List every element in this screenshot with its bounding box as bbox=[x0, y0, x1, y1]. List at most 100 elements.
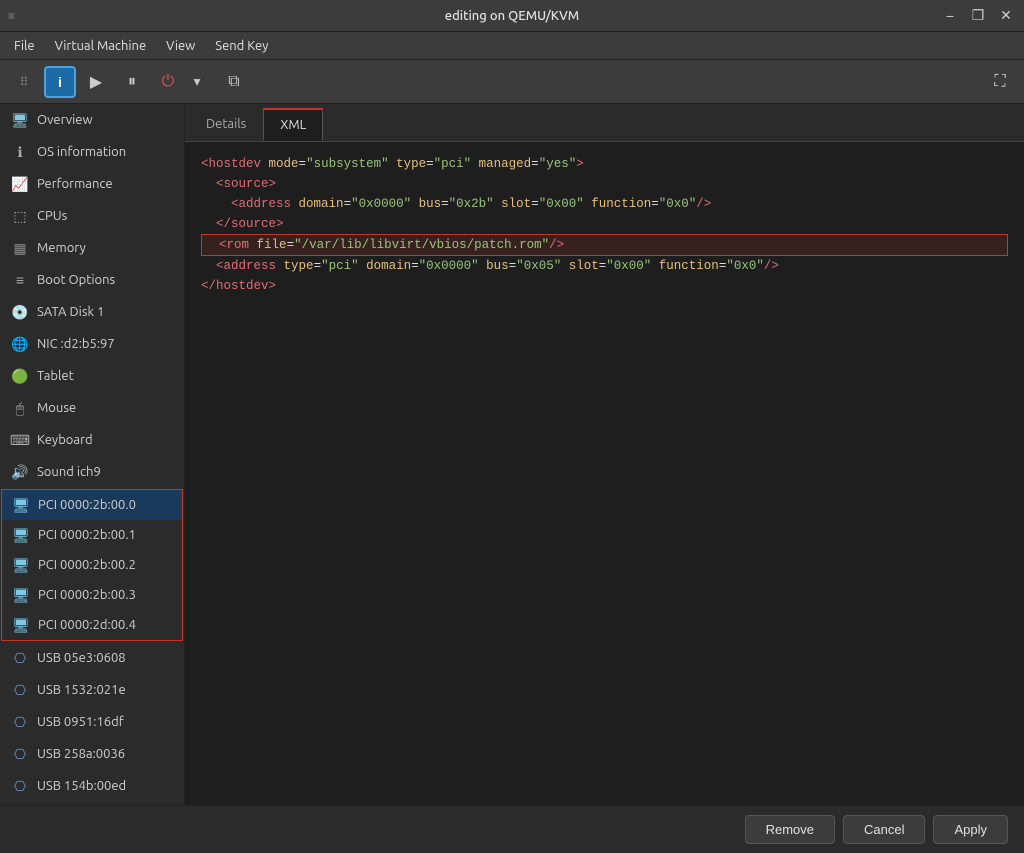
sidebar-item-nic[interactable]: 🌐 NIC :d2:b5:97 bbox=[0, 328, 184, 360]
sidebar-item-tablet[interactable]: 🟢 Tablet bbox=[0, 360, 184, 392]
sidebar-item-pci-0[interactable]: 🖥 PCI 0000:2b:00.0 bbox=[2, 490, 182, 520]
cpu-icon: ⬚ bbox=[11, 207, 29, 225]
pause-button[interactable]: ⏸ bbox=[116, 66, 148, 98]
sidebar-item-cpu[interactable]: ⬚ CPUs bbox=[0, 200, 184, 232]
xml-line-3: <address domain="0x0000" bus="0x2b" slot… bbox=[201, 194, 1008, 214]
pci-icon-4: 🖥 bbox=[12, 616, 30, 634]
toolbar-buttons: ⠿ i ▶ ⏸ ⏻ ▾ ⧉ bbox=[8, 66, 250, 98]
pci-icon-0: 🖥 bbox=[12, 496, 30, 514]
restore-button[interactable]: ❐ bbox=[968, 6, 988, 26]
minimize-button[interactable]: − bbox=[940, 6, 960, 26]
sidebar-label-overview: Overview bbox=[37, 113, 93, 127]
sidebar-label-tablet: Tablet bbox=[37, 369, 74, 383]
sidebar-label-pci-3: PCI 0000:2b:00.3 bbox=[38, 588, 136, 602]
pci-icon-3: 🖥 bbox=[12, 586, 30, 604]
content-area: Details XML <hostdev mode="subsystem" ty… bbox=[185, 104, 1024, 805]
xml-editor[interactable]: <hostdev mode="subsystem" type="pci" man… bbox=[185, 142, 1024, 805]
sidebar-item-mouse[interactable]: 🖱 Mouse bbox=[0, 392, 184, 424]
sidebar-item-usb-1[interactable]: ⎔ USB 1532:021e bbox=[0, 674, 184, 706]
sidebar-label-pci-4: PCI 0000:2d:00.4 bbox=[38, 618, 136, 632]
sidebar-label-usb-4: USB 154b:00ed bbox=[37, 779, 126, 793]
tab-details[interactable]: Details bbox=[189, 108, 263, 141]
tab-xml[interactable]: XML bbox=[263, 108, 323, 141]
sidebar-label-disk: SATA Disk 1 bbox=[37, 305, 104, 319]
drag-handle-button[interactable]: ⠿ bbox=[8, 66, 40, 98]
expand-button[interactable]: ⛶ bbox=[984, 66, 1016, 98]
tablet-icon: 🟢 bbox=[11, 367, 29, 385]
sidebar-label-sound: Sound ich9 bbox=[37, 465, 101, 479]
run-button[interactable]: ▶ bbox=[80, 66, 112, 98]
sidebar-label-cpu: CPUs bbox=[37, 209, 67, 223]
sidebar-item-os[interactable]: ℹ OS information bbox=[0, 136, 184, 168]
monitor-icon: 🖥 bbox=[11, 111, 29, 129]
xml-line-4: </source> bbox=[201, 214, 1008, 234]
bottom-bar: Remove Cancel Apply bbox=[0, 805, 1024, 853]
sidebar-item-boot[interactable]: ≡ Boot Options bbox=[0, 264, 184, 296]
os-icon: ℹ bbox=[11, 143, 29, 161]
usb-icon-0: ⎔ bbox=[11, 649, 29, 667]
menu-view[interactable]: View bbox=[156, 35, 205, 57]
tab-bar: Details XML bbox=[185, 104, 1024, 142]
sidebar-label-pci-2: PCI 0000:2b:00.2 bbox=[38, 558, 136, 572]
nic-icon: 🌐 bbox=[11, 335, 29, 353]
window-title: editing on QEMU/KVM bbox=[445, 9, 579, 23]
usb-icon-2: ⎔ bbox=[11, 713, 29, 731]
sidebar-item-pci-3[interactable]: 🖥 PCI 0000:2b:00.3 bbox=[2, 580, 182, 610]
sidebar-item-usb-3[interactable]: ⎔ USB 258a:0036 bbox=[0, 738, 184, 770]
sidebar-item-pci-2[interactable]: 🖥 PCI 0000:2b:00.2 bbox=[2, 550, 182, 580]
sidebar-label-keyboard: Keyboard bbox=[37, 433, 93, 447]
sidebar-item-perf[interactable]: 📈 Performance bbox=[0, 168, 184, 200]
sidebar-item-usb-4[interactable]: ⎔ USB 154b:00ed bbox=[0, 770, 184, 802]
xml-line-6: <address type="pci" domain="0x0000" bus=… bbox=[201, 256, 1008, 276]
close-button[interactable]: ✕ bbox=[996, 6, 1016, 26]
xml-line-5-highlighted: <rom file="/var/lib/libvirt/vbios/patch.… bbox=[201, 234, 1008, 256]
menu-file[interactable]: File bbox=[4, 35, 45, 57]
menu-send-key[interactable]: Send Key bbox=[205, 35, 278, 57]
info-button[interactable]: i bbox=[44, 66, 76, 98]
keyboard-icon: ⌨ bbox=[11, 431, 29, 449]
sidebar-item-keyboard[interactable]: ⌨ Keyboard bbox=[0, 424, 184, 456]
screenshot-button[interactable]: ⧉ bbox=[218, 66, 250, 98]
sidebar-label-boot: Boot Options bbox=[37, 273, 115, 287]
window-controls: − ❐ ✕ bbox=[940, 6, 1016, 26]
toolbar: ⠿ i ▶ ⏸ ⏻ ▾ ⧉ ⛶ bbox=[0, 60, 1024, 104]
sidebar-label-usb-0: USB 05e3:0608 bbox=[37, 651, 126, 665]
power-dropdown-button[interactable]: ▾ bbox=[188, 66, 206, 98]
cancel-button[interactable]: Cancel bbox=[843, 815, 925, 844]
sidebar-item-pci-4[interactable]: 🖥 PCI 0000:2d:00.4 bbox=[2, 610, 182, 640]
xml-line-7: </hostdev> bbox=[201, 276, 1008, 296]
sidebar-label-os: OS information bbox=[37, 145, 126, 159]
sidebar-item-usb-2[interactable]: ⎔ USB 0951:16df bbox=[0, 706, 184, 738]
xml-line-1: <hostdev mode="subsystem" type="pci" man… bbox=[201, 154, 1008, 174]
sidebar-label-memory: Memory bbox=[37, 241, 86, 255]
sidebar-item-memory[interactable]: ▦ Memory bbox=[0, 232, 184, 264]
pci-icon-1: 🖥 bbox=[12, 526, 30, 544]
main-layout: 🖥 Overview ℹ OS information 📈 Performanc… bbox=[0, 104, 1024, 805]
sidebar-item-pci-1[interactable]: 🖥 PCI 0000:2b:00.1 bbox=[2, 520, 182, 550]
menu-virtual-machine[interactable]: Virtual Machine bbox=[45, 35, 157, 57]
mouse-icon: 🖱 bbox=[11, 399, 29, 417]
disk-icon: 💿 bbox=[11, 303, 29, 321]
sound-icon: 🔊 bbox=[11, 463, 29, 481]
boot-icon: ≡ bbox=[11, 271, 29, 289]
sidebar-item-disk[interactable]: 💿 SATA Disk 1 bbox=[0, 296, 184, 328]
title-bar: ≡ editing on QEMU/KVM − ❐ ✕ bbox=[0, 0, 1024, 32]
remove-button[interactable]: Remove bbox=[745, 815, 835, 844]
sidebar-item-ctrl-usb[interactable]: ▪ Controller USB 0 bbox=[0, 802, 184, 805]
pci-icon-2: 🖥 bbox=[12, 556, 30, 574]
apply-button[interactable]: Apply bbox=[933, 815, 1008, 844]
usb-icon-3: ⎔ bbox=[11, 745, 29, 763]
menu-bar: File Virtual Machine View Send Key bbox=[0, 32, 1024, 60]
sidebar-label-usb-1: USB 1532:021e bbox=[37, 683, 126, 697]
usb-icon-4: ⎔ bbox=[11, 777, 29, 795]
sidebar-label-usb-2: USB 0951:16df bbox=[37, 715, 124, 729]
usb-icon-1: ⎔ bbox=[11, 681, 29, 699]
sidebar-item-sound[interactable]: 🔊 Sound ich9 bbox=[0, 456, 184, 488]
memory-icon: ▦ bbox=[11, 239, 29, 257]
sidebar-label-nic: NIC :d2:b5:97 bbox=[37, 337, 115, 351]
sidebar-item-usb-0[interactable]: ⎔ USB 05e3:0608 bbox=[0, 642, 184, 674]
sidebar-item-overview[interactable]: 🖥 Overview bbox=[0, 104, 184, 136]
power-button[interactable]: ⏻ bbox=[152, 66, 184, 98]
app-menu-icon: ≡ bbox=[8, 9, 15, 23]
sidebar-label-perf: Performance bbox=[37, 177, 113, 191]
